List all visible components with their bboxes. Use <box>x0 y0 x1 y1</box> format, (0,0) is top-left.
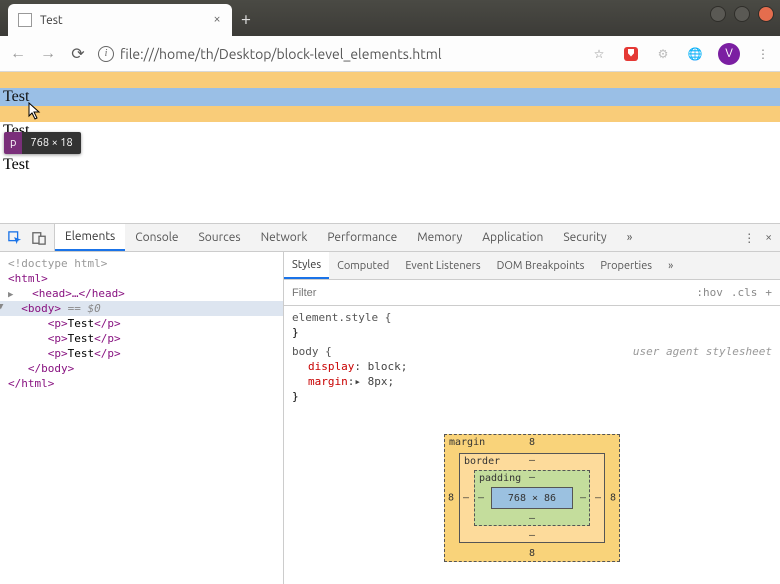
element-tooltip: p 768 × 18 <box>4 132 81 154</box>
hov-toggle[interactable]: :hov <box>696 286 723 299</box>
tab-elements[interactable]: Elements <box>55 224 125 251</box>
devtools-tabbar: Elements Console Sources Network Perform… <box>0 224 780 252</box>
devtools: Elements Console Sources Network Perform… <box>0 224 780 584</box>
reload-button[interactable]: ⟳ <box>68 44 88 64</box>
back-button[interactable]: ← <box>8 44 28 64</box>
maximize-button[interactable] <box>734 6 750 22</box>
close-tab-icon[interactable]: × <box>210 13 224 27</box>
tab-overflow[interactable]: » <box>617 224 643 251</box>
tab-memory[interactable]: Memory <box>407 224 472 251</box>
window-controls <box>710 6 774 22</box>
box-model[interactable]: margin 8 8 8 8 border – – – – padding – <box>444 434 620 562</box>
dom-tree[interactable]: <!doctype html> <html> <head>…</head> <b… <box>0 252 284 584</box>
cls-toggle[interactable]: .cls <box>731 286 758 299</box>
devtools-close-icon[interactable]: × <box>765 231 772 244</box>
device-toggle-icon[interactable] <box>32 231 46 245</box>
favicon-icon <box>18 13 32 27</box>
cursor-icon <box>28 102 42 120</box>
url-text: file:///home/th/Desktop/block-level_elem… <box>120 46 442 62</box>
browser-tab[interactable]: Test × <box>8 4 232 36</box>
devtools-menu-icon[interactable]: ⋮ <box>743 231 755 245</box>
ublock-icon[interactable] <box>622 45 640 63</box>
close-window-button[interactable] <box>758 6 774 22</box>
menu-icon[interactable]: ⋮ <box>754 45 772 63</box>
translate-icon[interactable]: 🌐 <box>686 45 704 63</box>
bookmark-star-icon[interactable]: ☆ <box>590 45 608 63</box>
styles-panel: Styles Computed Event Listeners DOM Brea… <box>284 252 780 584</box>
styles-tab-event-listeners[interactable]: Event Listeners <box>397 252 488 279</box>
styles-tab-dom-breakpoints[interactable]: DOM Breakpoints <box>489 252 593 279</box>
tab-application[interactable]: Application <box>472 224 553 251</box>
p-element: Test <box>0 156 780 174</box>
page-viewport: Test Test Test p 768 × 18 <box>0 72 780 224</box>
browser-toolbar: ← → ⟳ i file:///home/th/Desktop/block-le… <box>0 36 780 72</box>
add-rule-button[interactable]: + <box>765 286 772 299</box>
profile-avatar[interactable]: V <box>718 43 740 65</box>
bm-padding-label: padding <box>479 473 521 484</box>
styles-tab-computed[interactable]: Computed <box>329 252 397 279</box>
tab-sources[interactable]: Sources <box>188 224 250 251</box>
tab-title: Test <box>40 14 202 27</box>
extension-icon[interactable]: ⚙ <box>654 45 672 63</box>
site-info-icon[interactable]: i <box>98 46 114 62</box>
forward-button[interactable]: → <box>38 44 58 64</box>
address-bar[interactable]: i file:///home/th/Desktop/block-level_el… <box>98 46 580 62</box>
titlebar: Test × + <box>0 0 780 36</box>
bm-margin-label: margin <box>449 437 485 448</box>
tooltip-tag: p <box>4 132 22 154</box>
new-tab-button[interactable]: + <box>232 4 260 36</box>
tab-network[interactable]: Network <box>251 224 318 251</box>
bm-border-label: border <box>464 456 500 467</box>
tab-console[interactable]: Console <box>125 224 188 251</box>
tab-security[interactable]: Security <box>553 224 616 251</box>
styles-filter-input[interactable] <box>284 287 688 299</box>
bm-content: 768 × 86 <box>491 487 573 509</box>
styles-rules[interactable]: element.style { } body {user agent style… <box>284 306 780 584</box>
margin-highlight-top <box>0 72 780 88</box>
styles-tab-styles[interactable]: Styles <box>284 252 329 279</box>
tab-performance[interactable]: Performance <box>317 224 407 251</box>
p-element: Test <box>0 122 780 140</box>
margin-highlight-bottom <box>0 106 780 122</box>
styles-tab-overflow[interactable]: » <box>660 252 681 279</box>
p-element-highlighted: Test <box>0 88 780 106</box>
inspect-icon[interactable] <box>8 231 22 245</box>
tooltip-dimensions: 768 × 18 <box>22 132 80 154</box>
styles-tab-properties[interactable]: Properties <box>592 252 660 279</box>
minimize-button[interactable] <box>710 6 726 22</box>
